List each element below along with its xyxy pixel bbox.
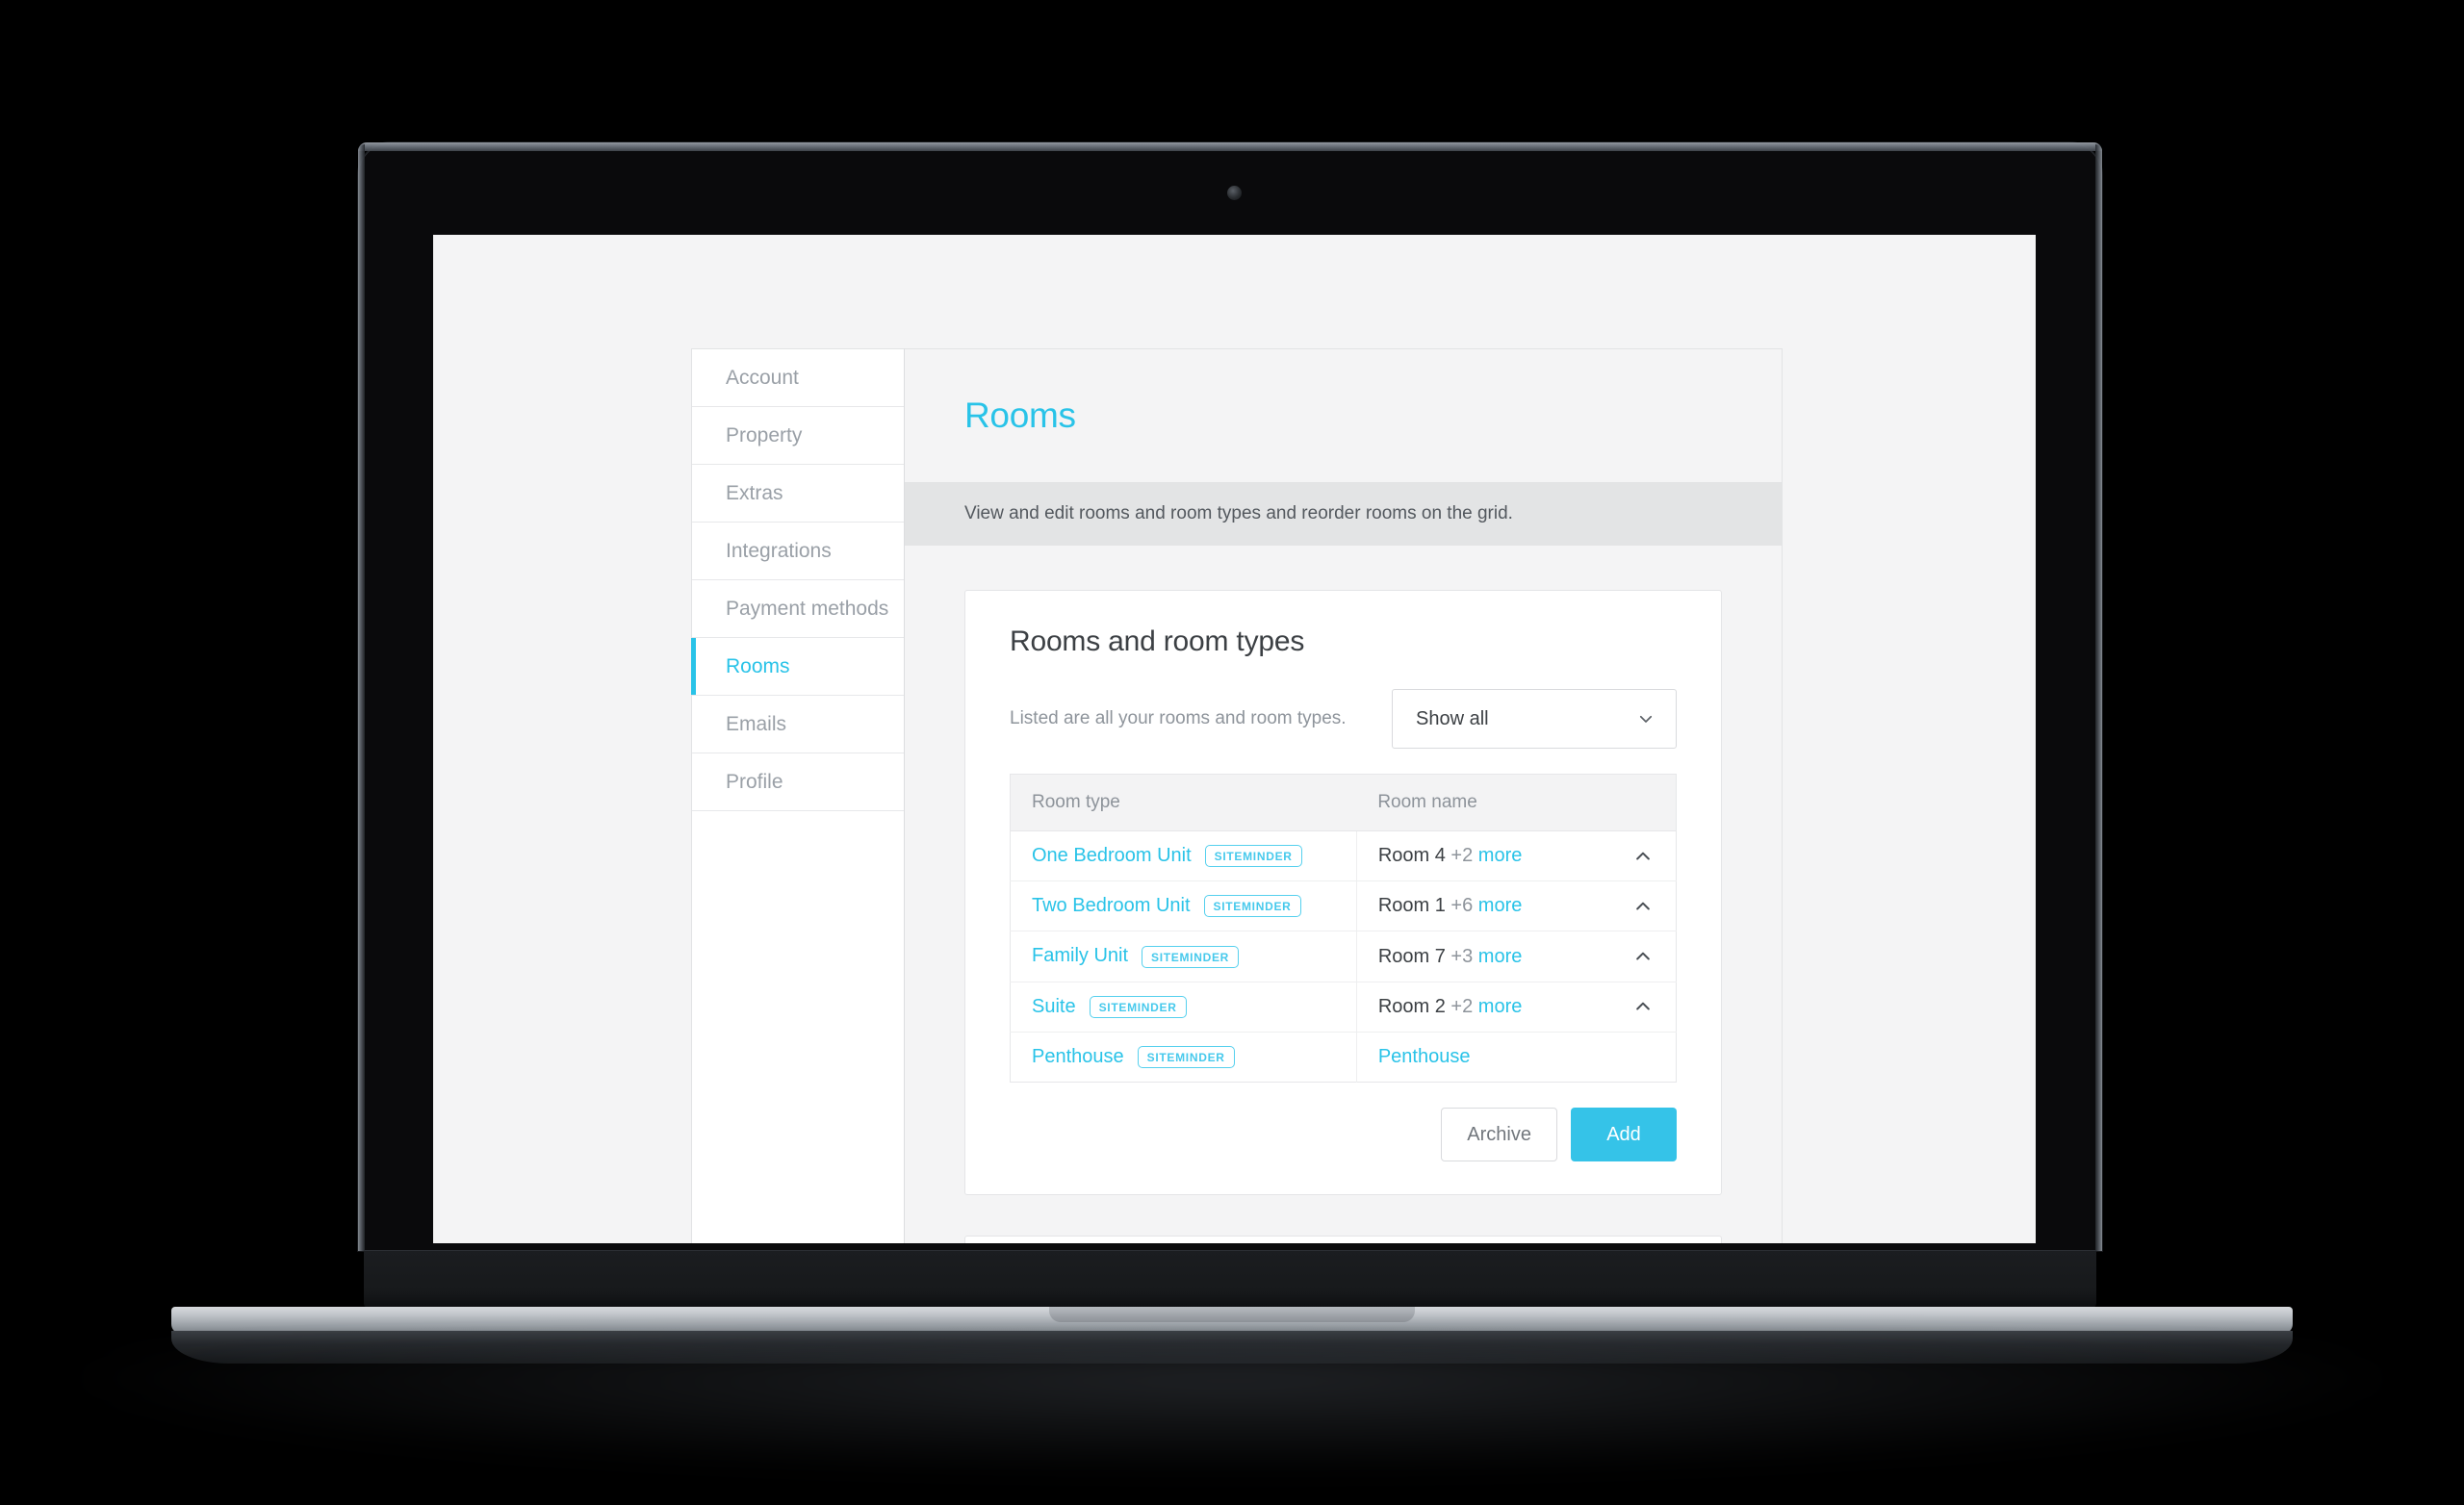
status-badge: SITEMINDER: [1089, 995, 1187, 1018]
content-heading: Rooms: [964, 395, 1076, 435]
room-filter-select[interactable]: Show all: [1392, 689, 1677, 749]
table-row: Suite SITEMINDER Room 2 +2 more: [1010, 982, 1677, 1033]
sidebar-item-profile[interactable]: Profile: [692, 753, 904, 811]
status-badge: SITEMINDER: [1137, 1046, 1235, 1069]
settings-sidebar: Account Property Extras Integrations Pay…: [691, 348, 905, 1243]
cell-room-name: Penthouse: [1356, 1032, 1676, 1082]
room-name-more-link[interactable]: more: [1478, 845, 1523, 866]
table-row: Family Unit SITEMINDER Room 7 +3 more: [1010, 931, 1677, 982]
room-type-link[interactable]: Family Unit: [1032, 945, 1128, 966]
sidebar-item-extras[interactable]: Extras: [692, 465, 904, 523]
table-header-row: Room type Room name: [1010, 774, 1677, 831]
chevron-up-icon[interactable]: [1633, 997, 1653, 1016]
cell-room-name: Room 1 +6 more: [1356, 880, 1677, 932]
screenshot-stage: Settings Account Property Extras Integra…: [0, 0, 2464, 1505]
rooms-card-title: Rooms and room types: [1010, 625, 1305, 657]
settings-app: Settings Account Property Extras Integra…: [433, 235, 2036, 1243]
settings-content: Rooms View and edit rooms and room types…: [905, 348, 1783, 1243]
status-badge: SITEMINDER: [1204, 845, 1302, 868]
status-badge: SITEMINDER: [1142, 945, 1240, 968]
archive-button[interactable]: Archive: [1441, 1108, 1557, 1162]
room-type-link[interactable]: Two Bedroom Unit: [1032, 895, 1191, 916]
room-name-more-count: +2: [1450, 845, 1474, 867]
sidebar-item-label: Extras: [726, 481, 783, 504]
laptop-base-notch: [1049, 1307, 1415, 1322]
settings-layout: Account Property Extras Integrations Pay…: [691, 348, 1783, 1243]
room-type-link[interactable]: Suite: [1032, 996, 1076, 1017]
laptop-screen: Settings Account Property Extras Integra…: [433, 235, 2036, 1243]
room-name-more-count: +3: [1450, 945, 1474, 967]
sidebar-item-label: Account: [726, 366, 799, 389]
rooms-and-room-types-card: Rooms and room types Listed are all your…: [964, 590, 1722, 1196]
sidebar-item-emails[interactable]: Emails: [692, 696, 904, 753]
sidebar-item-account[interactable]: Account: [692, 349, 904, 407]
cell-room-type: One Bedroom Unit SITEMINDER: [1010, 830, 1357, 882]
chevron-up-icon[interactable]: [1633, 947, 1653, 966]
room-type-link[interactable]: Penthouse: [1032, 1046, 1124, 1067]
sidebar-item-integrations[interactable]: Integrations: [692, 523, 904, 580]
content-header: Rooms: [905, 349, 1782, 482]
rooms-card-subtitle: Listed are all your rooms and room types…: [1010, 708, 1347, 728]
laptop-lid-left-edge: [358, 144, 365, 1251]
cell-room-name: Room 2 +2 more: [1356, 982, 1677, 1033]
rooms-table: Room type Room name One Bedroom Unit SITE…: [1010, 774, 1677, 1084]
rooms-table-head: Room type Room name: [1010, 774, 1677, 831]
room-name-primary: Room 4: [1377, 845, 1446, 867]
laptop-shadow: [77, 1347, 2387, 1472]
rooms-table-body: One Bedroom Unit SITEMINDER Room 4 +2 mor…: [1010, 830, 1677, 1083]
column-header-room-type: Room type: [1010, 774, 1357, 831]
chevron-up-icon[interactable]: [1633, 847, 1653, 866]
sidebar-item-rooms[interactable]: Rooms: [691, 638, 904, 696]
sidebar-item-payment-methods[interactable]: Payment methods: [692, 580, 904, 638]
webcam-icon: [1227, 186, 1242, 200]
add-button[interactable]: Add: [1571, 1108, 1677, 1162]
sidebar-item-property[interactable]: Property: [692, 407, 904, 465]
room-type-link[interactable]: One Bedroom Unit: [1032, 845, 1192, 866]
status-badge: SITEMINDER: [1203, 895, 1301, 918]
room-name-more-count: +2: [1450, 995, 1474, 1017]
sidebar-item-label: Integrations: [726, 539, 832, 562]
rooms-card-actions: Archive Add: [1010, 1108, 1677, 1162]
info-bar: View and edit rooms and room types and r…: [905, 482, 1782, 546]
panel-body: Rooms and room types Listed are all your…: [905, 546, 1782, 1243]
cell-room-type: Penthouse SITEMINDER: [1010, 1032, 1357, 1083]
room-name-more-count: +6: [1450, 895, 1474, 917]
chevron-down-icon: [1637, 710, 1655, 727]
sidebar-item-label: Emails: [726, 712, 787, 735]
column-header-room-name: Room name: [1356, 774, 1677, 831]
room-name-more-link[interactable]: more: [1478, 946, 1523, 967]
room-name-primary: Room 7: [1377, 945, 1446, 967]
laptop-lid-right-edge: [2095, 144, 2102, 1251]
rooms-card-controls: Listed are all your rooms and room types…: [1010, 689, 1677, 749]
cell-room-type: Family Unit SITEMINDER: [1010, 931, 1357, 982]
cell-room-type: Suite SITEMINDER: [1010, 982, 1357, 1033]
laptop-lid-top-edge: [358, 142, 2102, 151]
order-on-grid-card: Order on grid Customise the order rooms …: [964, 1236, 1722, 1243]
cell-room-type: Two Bedroom Unit SITEMINDER: [1010, 880, 1357, 932]
sidebar-item-label: Profile: [726, 770, 783, 793]
cell-room-name: Room 7 +3 more: [1356, 931, 1677, 982]
table-row: Penthouse SITEMINDER Penthouse: [1010, 1032, 1677, 1083]
sidebar-item-label: Rooms: [726, 654, 790, 677]
table-row: One Bedroom Unit SITEMINDER Room 4 +2 mor…: [1010, 830, 1677, 882]
table-row: Two Bedroom Unit SITEMINDER Room 1 +6 mor…: [1010, 880, 1677, 932]
laptop-base-top: [364, 1251, 2096, 1309]
sidebar-item-label: Property: [726, 423, 803, 446]
room-filter-value: Show all: [1416, 707, 1489, 729]
cell-room-name: Room 4 +2 more: [1356, 830, 1677, 882]
sidebar-item-label: Payment methods: [726, 597, 889, 620]
room-name-more-link[interactable]: more: [1478, 996, 1523, 1017]
room-name-more-link[interactable]: more: [1478, 895, 1523, 916]
room-name-primary: Room 2: [1377, 995, 1446, 1017]
chevron-up-icon[interactable]: [1633, 897, 1653, 916]
room-name-link[interactable]: Penthouse: [1378, 1046, 1471, 1067]
room-name-primary: Room 1: [1377, 895, 1446, 917]
